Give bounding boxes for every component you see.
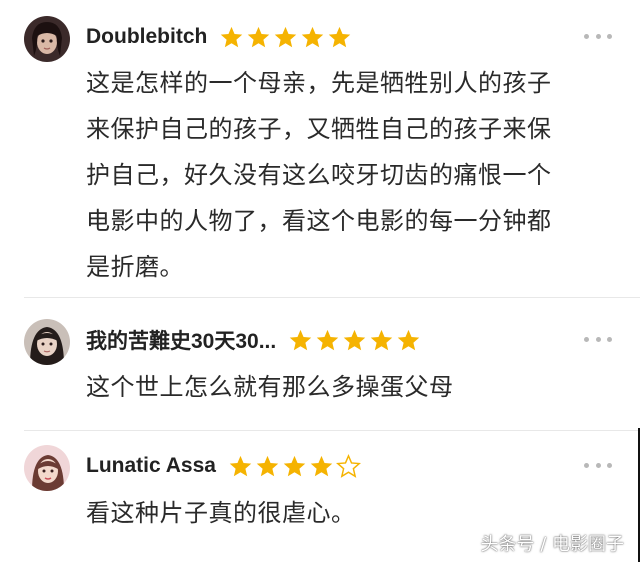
star-filled-icon [229, 455, 252, 476]
more-dots-icon[interactable] [584, 460, 612, 470]
review-header: Doublebitch [86, 22, 354, 52]
avatar-pink-portrait [24, 445, 70, 491]
username[interactable]: 我的苦難史30天30... [86, 325, 276, 355]
watermark: 头条号 / 电影圈子 [480, 534, 624, 555]
star-filled-icon [302, 26, 324, 47]
star-filled-icon [371, 329, 393, 350]
user-avatar[interactable] [24, 445, 70, 491]
username[interactable]: Doublebitch [86, 25, 207, 49]
review-text-line: 电影中的人物了，看这个电影的每一分钟都 [86, 207, 552, 235]
review-text-line: 来保护自己的孩子，又牺牲自己的孩子来保 [86, 115, 552, 143]
user-avatar[interactable] [24, 319, 70, 365]
star-filled-icon [275, 26, 297, 47]
avatar-dark-hair-portrait [24, 16, 70, 62]
rating-stars [219, 25, 354, 50]
star-filled-icon [283, 455, 306, 476]
review-text-line: 这个世上怎么就有那么多操蛋父母 [86, 373, 454, 401]
star-filled-icon [398, 329, 420, 350]
review-text-line: 护自己，好久没有这么咬牙切齿的痛恨一个 [86, 161, 552, 189]
star-filled-icon [317, 329, 339, 350]
star-filled-icon [329, 26, 351, 47]
review-text-line: 是折磨。 [86, 253, 184, 281]
more-dots-icon[interactable] [584, 334, 612, 344]
rating-stars [288, 328, 423, 353]
star-filled-icon [248, 26, 270, 47]
star-filled-icon [221, 26, 243, 47]
review-text: 这个世上怎么就有那么多操蛋父母 [86, 364, 606, 410]
star-filled-icon [290, 329, 312, 350]
username[interactable]: Lunatic Assa [86, 454, 216, 478]
review-text-line: 这是怎样的一个母亲，先是牺牲别人的孩子 [86, 69, 552, 97]
star-filled-icon [344, 329, 366, 350]
review-text: 这是怎样的一个母亲，先是牺牲别人的孩子 来保护自己的孩子，又牺牲自己的孩子来保 … [86, 60, 606, 290]
star-filled-icon [256, 455, 279, 476]
star-filled-icon [310, 455, 333, 476]
divider [24, 430, 640, 431]
review-header: 我的苦難史30天30... [86, 325, 423, 355]
star-empty-icon [335, 453, 361, 478]
divider [24, 297, 640, 298]
rating-stars [228, 453, 363, 479]
user-avatar[interactable] [24, 16, 70, 62]
review-header: Lunatic Assa [86, 451, 363, 481]
avatar-girl-portrait [24, 319, 70, 365]
more-dots-icon[interactable] [584, 31, 612, 41]
